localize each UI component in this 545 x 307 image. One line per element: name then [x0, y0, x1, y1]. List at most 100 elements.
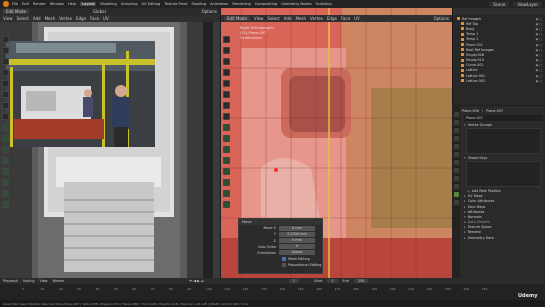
menu-render[interactable]: Render — [33, 2, 46, 6]
visibility-toggle-icon[interactable]: ◉ ▢ — [536, 79, 542, 83]
select-tool-icon[interactable] — [223, 36, 230, 43]
move-panel-header[interactable]: Move — [239, 219, 322, 225]
menu-view[interactable]: View — [254, 16, 264, 21]
properties-section-header[interactable]: Shape Keys — [462, 155, 545, 160]
view-layer-selector[interactable]: ViewLayer — [513, 1, 542, 7]
timeline-keying-menu[interactable]: Keying — [23, 279, 34, 283]
extrude-tool-icon[interactable] — [2, 124, 9, 131]
menu-vertex[interactable]: Vertex — [59, 16, 72, 21]
tab-layout[interactable]: Layout — [80, 2, 97, 6]
spin-tool-icon[interactable] — [2, 190, 9, 197]
menu-face[interactable]: Face — [341, 16, 350, 21]
extrude-tool-icon[interactable] — [223, 124, 230, 131]
play-controls-icon[interactable]: ⏮ ◀ ▶ ⏭ — [189, 279, 204, 283]
tab-texture-paint[interactable]: Texture Paint — [164, 2, 187, 6]
visibility-toggle-icon[interactable]: ◉ ▢ — [536, 43, 542, 47]
tab-geometry-nodes[interactable]: Geometry Nodes — [281, 2, 311, 6]
knife-tool-icon[interactable] — [223, 168, 230, 175]
poly-build-tool-icon[interactable] — [2, 179, 9, 186]
smooth-tool-icon[interactable] — [2, 201, 9, 208]
move-tool-icon[interactable] — [2, 58, 9, 65]
visibility-toggle-icon[interactable]: ◉ ▢ — [536, 68, 542, 72]
tool-tab-icon[interactable] — [453, 112, 459, 117]
menu-view[interactable]: View — [3, 16, 13, 21]
transform-tool-icon[interactable] — [223, 91, 230, 98]
cursor-tool-icon[interactable] — [2, 47, 9, 54]
loop-cut-tool-icon[interactable] — [2, 157, 9, 164]
timeline-view-menu[interactable]: View — [40, 279, 48, 283]
proportional-editing-checkbox[interactable] — [282, 262, 286, 267]
knife-tool-icon[interactable] — [2, 168, 9, 175]
menu-edit[interactable]: Edit — [22, 2, 29, 6]
visibility-toggle-icon[interactable]: ◉ ▢ — [536, 74, 542, 78]
mode-selector[interactable]: Edit Mode — [3, 9, 29, 14]
visibility-toggle-icon[interactable]: ◉ ▢ — [536, 17, 542, 21]
select-tool-icon[interactable] — [2, 36, 9, 43]
tab-uv-editing[interactable]: UV Editing — [142, 2, 161, 6]
visibility-toggle-icon[interactable]: ◉ ▢ — [536, 27, 542, 31]
properties-list-box[interactable] — [466, 161, 541, 188]
render-tab-icon[interactable] — [453, 120, 459, 125]
menu-mesh[interactable]: Mesh — [296, 16, 307, 21]
visibility-toggle-icon[interactable]: ◉ ▢ — [536, 48, 542, 52]
menu-edge[interactable]: Edge — [76, 16, 86, 21]
spin-tool-icon[interactable] — [223, 190, 230, 197]
scene-selector[interactable]: Scene — [489, 1, 510, 7]
mesh-editing-checkbox[interactable] — [282, 256, 286, 261]
viewport-options[interactable]: Options — [434, 16, 449, 21]
timeline-playback-menu[interactable]: Playback — [3, 279, 18, 283]
menu-add[interactable]: Add — [33, 16, 41, 21]
scene-tab-icon[interactable] — [453, 144, 459, 149]
visibility-toggle-icon[interactable]: ◉ ▢ — [536, 58, 542, 62]
move-y-field[interactable]: 0.2334 mm — [279, 231, 315, 237]
inset-tool-icon[interactable] — [2, 135, 9, 142]
measure-tool-icon[interactable] — [2, 113, 9, 120]
tab-modeling[interactable]: Modeling — [100, 2, 116, 6]
cursor-tool-icon[interactable] — [223, 47, 230, 54]
timeline-ruler[interactable]: 0 10 20 30 40 50 60 70 80 90 100 110 120 130 140 150 160… — [0, 285, 545, 293]
menu-uv[interactable]: UV — [103, 16, 109, 21]
menu-uv[interactable]: UV — [354, 16, 360, 21]
orientation-select[interactable]: Global — [279, 250, 315, 256]
menu-help[interactable]: Help — [68, 2, 76, 6]
transform-tool-icon[interactable] — [2, 91, 9, 98]
menu-select[interactable]: Select — [17, 16, 29, 21]
transform-orientation[interactable]: Global — [93, 9, 106, 14]
properties-list-box[interactable] — [466, 128, 541, 155]
modifier-tab-icon[interactable] — [453, 168, 459, 173]
menu-select[interactable]: Select — [267, 16, 279, 21]
smooth-tool-icon[interactable] — [223, 201, 230, 208]
poly-build-tool-icon[interactable] — [223, 179, 230, 186]
mesh-data-selector[interactable]: Plane.007 — [464, 115, 543, 121]
menu-face[interactable]: Face — [90, 16, 99, 21]
axis-ortho-select[interactable]: X — [279, 244, 315, 250]
scale-tool-icon[interactable] — [223, 80, 230, 87]
properties-section-header[interactable]: Vertex Groups — [462, 122, 545, 127]
tab-compositing[interactable]: Compositing — [255, 2, 278, 6]
tab-animation[interactable]: Animation — [210, 2, 228, 6]
annotate-tool-icon[interactable] — [2, 102, 9, 109]
menu-mesh[interactable]: Mesh — [45, 16, 56, 21]
inset-tool-icon[interactable] — [223, 135, 230, 142]
current-frame-field[interactable]: 1 — [288, 279, 300, 283]
viewport-options[interactable]: Options — [202, 9, 217, 14]
annotate-tool-icon[interactable] — [223, 102, 230, 109]
visibility-toggle-icon[interactable]: ◉ ▢ — [536, 22, 542, 26]
blender-logo-icon[interactable] — [3, 1, 9, 7]
properties-section-header[interactable]: Geometry Data — [462, 235, 545, 240]
visibility-toggle-icon[interactable]: ◉ ▢ — [536, 63, 542, 67]
output-tab-icon[interactable] — [453, 128, 459, 133]
move-operator-panel[interactable]: Move Move X 0 mm Y 0.2334 mm Z 0 mm Axis… — [238, 218, 323, 274]
move-z-field[interactable]: 0 mm — [279, 238, 315, 244]
bevel-tool-icon[interactable] — [223, 146, 230, 153]
move-x-field[interactable]: 0 mm — [279, 225, 315, 231]
bevel-tool-icon[interactable] — [2, 146, 9, 153]
tab-scripting[interactable]: Scripting — [316, 2, 332, 6]
menu-file[interactable]: File — [12, 2, 18, 6]
material-tab-icon[interactable] — [453, 200, 459, 205]
timeline-marker-menu[interactable]: Marker — [53, 279, 65, 283]
move-tool-icon[interactable] — [223, 58, 230, 65]
constraints-tab-icon[interactable] — [453, 184, 459, 189]
outliner-item[interactable]: Lattice.002 ◉ ▢ — [453, 78, 545, 83]
visibility-toggle-icon[interactable]: ◉ ▢ — [536, 53, 542, 57]
